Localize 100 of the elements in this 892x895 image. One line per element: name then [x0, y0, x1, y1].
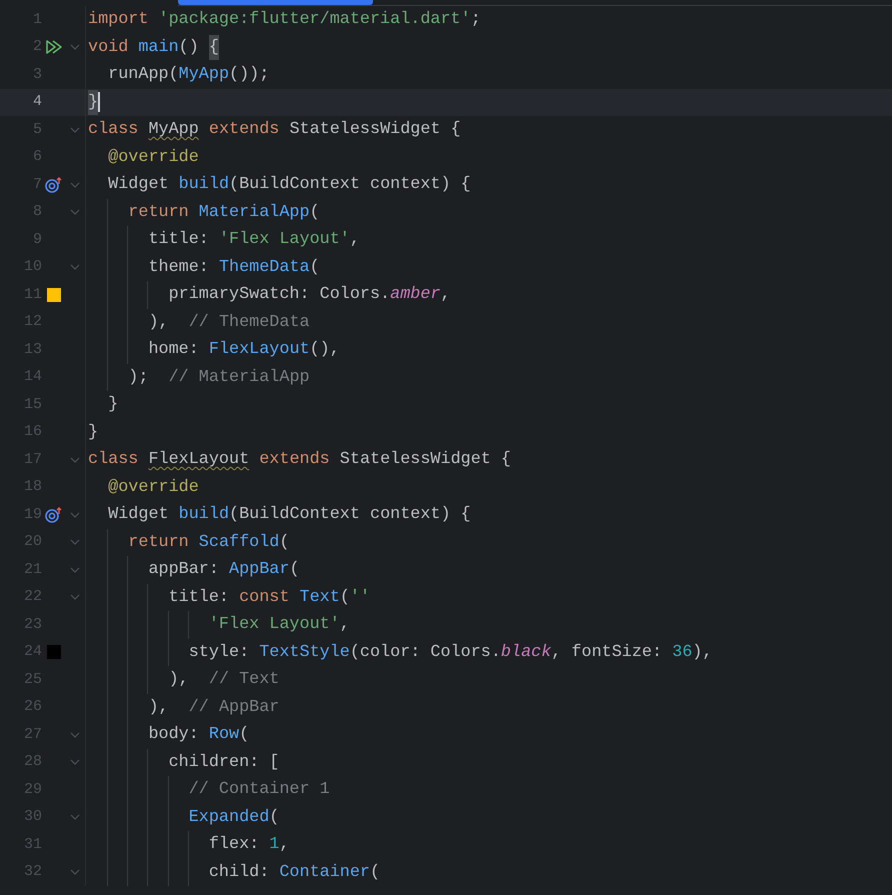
fold-icon[interactable] — [70, 869, 80, 876]
code-text: , — [440, 284, 451, 306]
constant: amber — [390, 284, 440, 306]
identifier: Text — [300, 586, 340, 609]
code-text: ); — [128, 366, 150, 389]
identifier: main — [138, 36, 179, 59]
code-text: , — [340, 614, 350, 636]
code-text: Widget — [108, 504, 170, 526]
code-text: ( — [289, 559, 300, 582]
code-comment: // ThemeData — [188, 312, 310, 334]
code-text: (), — [310, 339, 340, 362]
keyword: void — [88, 36, 130, 59]
run-icon[interactable] — [45, 39, 63, 56]
fold-icon[interactable] — [70, 264, 80, 270]
code-text: , — [350, 229, 360, 252]
constant: black — [500, 642, 552, 664]
code-text: ), — [168, 669, 190, 692]
code-text: (BuildContext context) { — [229, 174, 471, 196]
keyword: class — [88, 449, 140, 472]
color-swatch[interactable] — [46, 286, 62, 303]
keyword: class — [88, 119, 140, 142]
annotation: @override — [108, 146, 199, 169]
identifier: Container — [279, 862, 370, 884]
identifier: AppBar — [229, 559, 290, 582]
identifier: build — [178, 504, 230, 526]
keyword: const — [239, 586, 290, 609]
fold-icon[interactable] — [70, 566, 80, 573]
code-text: home: — [148, 339, 200, 362]
code-text: ( — [310, 256, 320, 279]
code-text: style: — [188, 642, 250, 664]
code-text: , — [279, 834, 290, 856]
keyword: return — [128, 202, 190, 224]
code-text: ( — [269, 806, 280, 829]
keyword: extends — [258, 449, 331, 472]
identifier: TextStyle — [259, 642, 350, 664]
number-literal: 1 — [269, 834, 280, 856]
string-literal: 'Flex Layout' — [208, 614, 340, 636]
override-icon[interactable] — [45, 176, 63, 193]
fold-icon[interactable] — [70, 126, 80, 133]
code-text: () — [178, 36, 200, 59]
code-text: child: — [208, 862, 270, 884]
color-swatch[interactable] — [46, 644, 62, 660]
code-text: ), — [148, 696, 170, 719]
identifier: MyApp — [178, 64, 230, 86]
identifier: Row — [208, 724, 240, 746]
code-text: appBar: — [148, 559, 220, 582]
identifier: Expanded — [188, 806, 270, 829]
fold-icon[interactable] — [70, 456, 80, 463]
string-literal: '' — [350, 586, 370, 609]
scrollbar-thumb[interactable] — [178, 0, 373, 5]
keyword: extends — [208, 119, 280, 142]
code-comment: // MaterialApp — [168, 366, 310, 389]
keyword: import — [88, 9, 150, 32]
code-text: ), — [148, 312, 170, 334]
class-name: MyApp — [148, 119, 199, 142]
brace: { — [208, 34, 219, 60]
code-text: ( — [340, 586, 350, 609]
fold-icon[interactable] — [70, 539, 80, 546]
override-icon[interactable] — [45, 506, 63, 523]
code-text: body: — [148, 724, 200, 746]
fold-icon[interactable] — [70, 182, 80, 188]
code-text: ; — [470, 9, 481, 32]
code-text: children: [ — [168, 752, 280, 774]
code-text: theme: — [148, 256, 210, 279]
code-comment: // AppBar — [188, 696, 280, 719]
code-text: ()); — [229, 64, 270, 86]
class-name: FlexLayout — [148, 449, 250, 472]
code-text: } — [88, 422, 98, 444]
fold-icon[interactable] — [70, 512, 80, 518]
keyword: return — [128, 532, 190, 554]
identifier: Scaffold — [198, 532, 280, 554]
code-text: title: — [168, 586, 230, 609]
identifier: MaterialApp — [198, 202, 310, 224]
code-text: ( — [310, 202, 320, 224]
fold-icon[interactable] — [70, 759, 80, 766]
string-literal: 'Flex Layout' — [218, 229, 350, 252]
code-comment: // Container 1 — [188, 779, 330, 802]
identifier: build — [178, 174, 230, 196]
code-text: title: — [148, 229, 210, 252]
number-literal: 36 — [672, 642, 692, 664]
fold-icon[interactable] — [70, 594, 80, 600]
code-text: ( — [239, 724, 250, 746]
string-literal: 'package:flutter/material.dart' — [158, 9, 471, 32]
code-text: StatelessWidget { — [289, 119, 461, 142]
code-text: } — [108, 394, 118, 416]
line-number: 4 — [32, 92, 42, 112]
brace: } — [88, 90, 98, 115]
code-text: primarySwatch: Colors. — [168, 284, 390, 306]
code-text: runApp( — [108, 64, 179, 86]
identifier: ThemeData — [218, 256, 310, 279]
code-text: (BuildContext context) { — [229, 504, 471, 526]
code-text: , fontSize: — [551, 642, 664, 664]
code-text: Widget — [108, 174, 170, 196]
code-text: ( — [370, 862, 380, 884]
fold-icon[interactable] — [70, 209, 80, 216]
fold-icon[interactable] — [70, 814, 80, 820]
code-text: ), — [692, 642, 712, 664]
fold-icon[interactable] — [70, 732, 80, 738]
code-text: ( — [279, 532, 290, 554]
fold-icon[interactable] — [70, 44, 80, 50]
